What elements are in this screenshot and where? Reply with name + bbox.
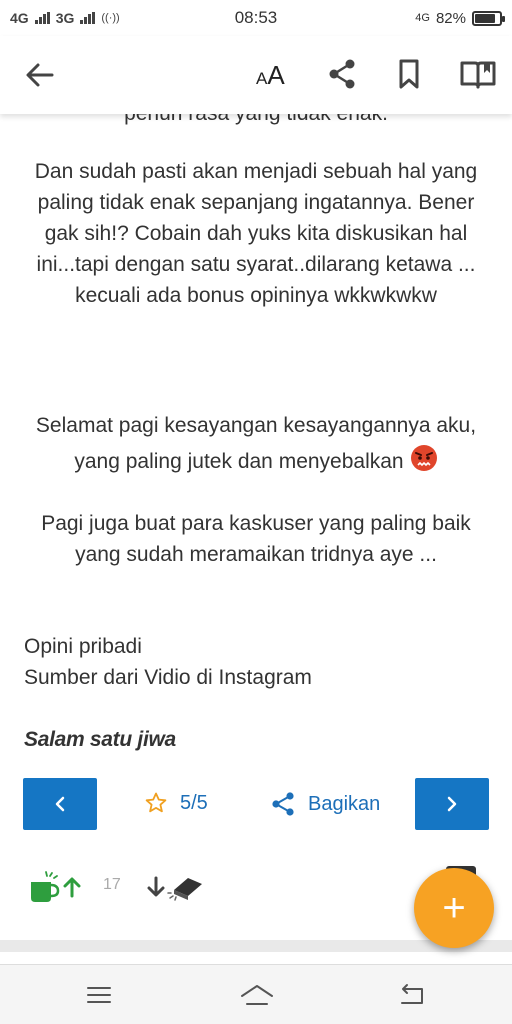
source-label: Sumber dari Vidio di Instagram: [24, 666, 312, 689]
closing-salam: Salam satu jiwa: [24, 728, 176, 751]
previous-page-button[interactable]: [23, 778, 97, 830]
network-type-right: 4G: [415, 12, 430, 24]
share-icon: [272, 792, 294, 816]
vote-count: 17: [103, 876, 121, 893]
open-book-icon[interactable]: [459, 57, 497, 91]
fab-plus-label: +: [442, 886, 466, 930]
wifi-hotspot-icon: ((·)): [101, 12, 120, 24]
back-arrow-icon[interactable]: [22, 58, 56, 92]
status-right: 4G 82%: [415, 9, 505, 27]
text-size-small: A: [256, 69, 268, 88]
upvote-arrow-icon[interactable]: [62, 876, 82, 898]
system-navigation-bar: [0, 964, 512, 1024]
system-back-icon[interactable]: [398, 983, 426, 1007]
signal-bars-icon: [34, 12, 50, 24]
opinion-label: Opini pribadi: [24, 635, 142, 658]
create-thread-fab[interactable]: +: [414, 868, 494, 948]
article-content: penuh rasa yang tidak enak. Dan sudah pa…: [0, 92, 512, 760]
bata-brick-icon[interactable]: [166, 872, 206, 902]
text-size-icon[interactable]: AA: [256, 58, 292, 92]
battery-percent: 82%: [435, 9, 466, 27]
battery-icon: [472, 10, 505, 26]
downvote-arrow-icon[interactable]: [146, 876, 166, 898]
pager-bar: 5/5 Bagikan: [0, 778, 512, 830]
chevron-right-icon: [447, 796, 457, 812]
share-button[interactable]: Bagikan: [270, 791, 380, 817]
chevron-left-icon: [55, 796, 65, 812]
signal-indicators: 4G 3G ((·)): [10, 10, 120, 26]
home-icon[interactable]: [239, 982, 275, 1008]
cendol-cup-icon[interactable]: [28, 870, 60, 904]
top-app-bar: AA: [0, 36, 512, 114]
rating-button[interactable]: 5/5: [144, 791, 208, 815]
network-type-2: 3G: [55, 10, 75, 26]
share-icon[interactable]: [326, 57, 358, 91]
star-icon: [145, 792, 167, 813]
article-paragraph: Dan sudah pasti akan menjadi sebuah hal …: [34, 160, 478, 307]
kaskuser-paragraph: Pagi juga buat para kaskuser yang paling…: [41, 512, 471, 566]
share-label: Bagikan: [308, 792, 381, 815]
signal-bars-icon-2: [80, 12, 96, 24]
bookmark-icon[interactable]: [394, 57, 424, 91]
text-size-large: A: [267, 60, 285, 90]
network-type-1: 4G: [10, 10, 29, 26]
rating-value: 5/5: [180, 791, 208, 814]
next-page-button[interactable]: [415, 778, 489, 830]
status-bar: 4G 3G ((·)) 08:53 4G 82%: [0, 0, 512, 36]
greeting-paragraph: Selamat pagi kesayangan kesayangannya ak…: [20, 408, 492, 480]
angry-face-emoji-icon: [410, 445, 437, 471]
menu-icon[interactable]: [86, 985, 112, 1005]
